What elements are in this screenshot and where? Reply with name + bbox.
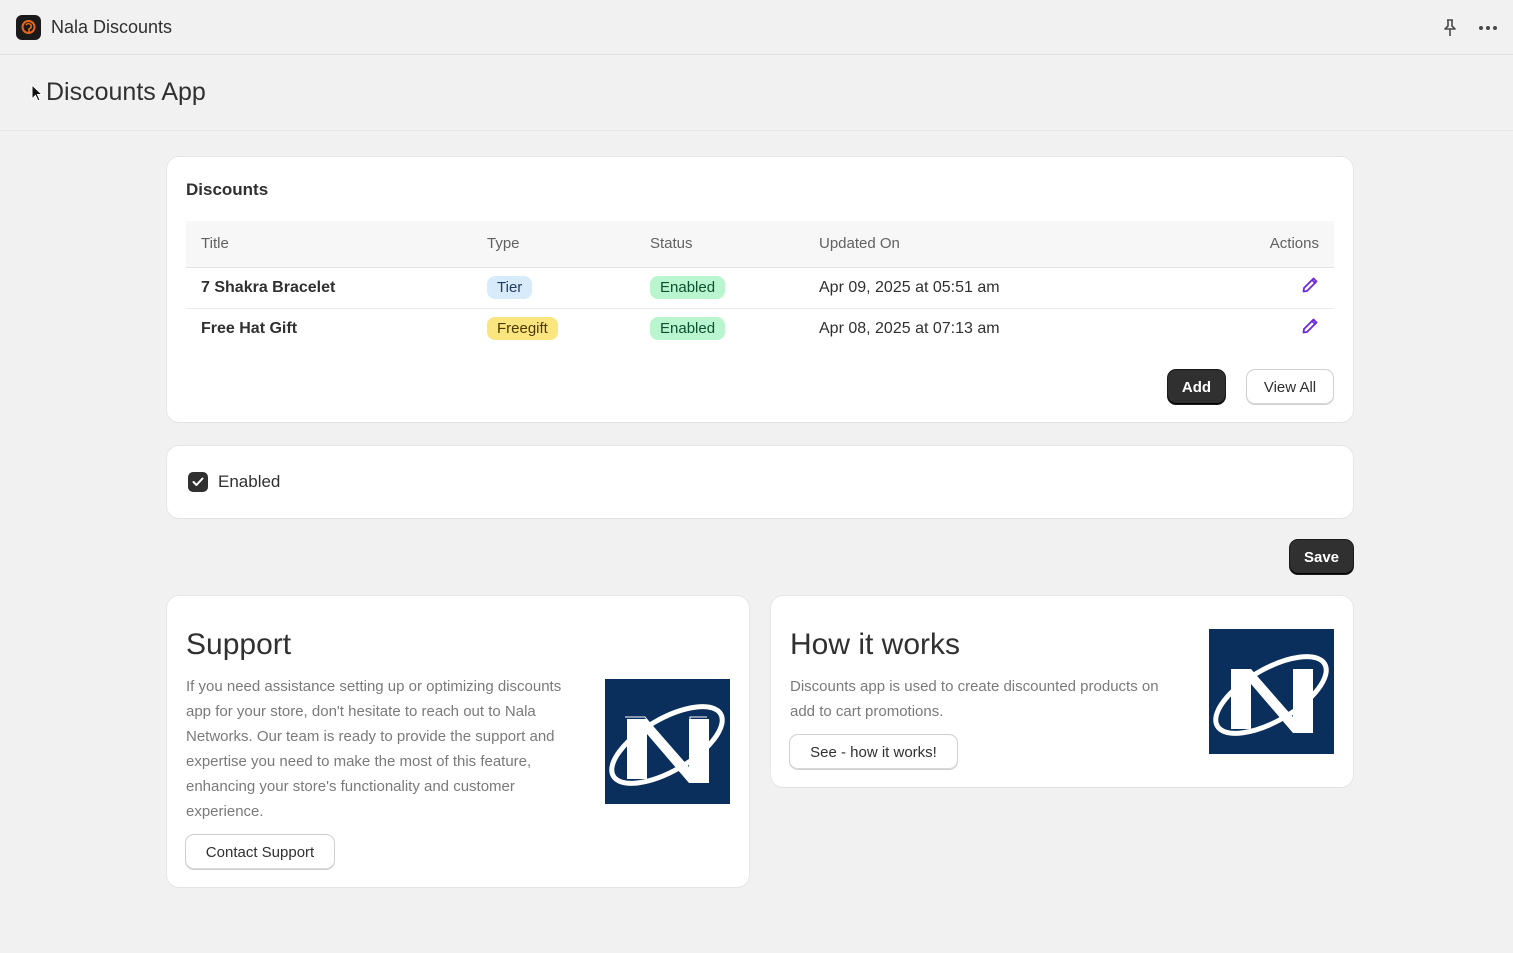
- updated-on: Apr 09, 2025 at 05:51 am: [804, 267, 1184, 309]
- support-description: If you need assistance setting up or opt…: [186, 678, 562, 820]
- see-how-it-works-button[interactable]: See - how it works!: [790, 735, 957, 769]
- column-header-updated-on: Updated On: [804, 221, 1184, 268]
- how-it-works-card: How it works Discounts app is used to cr…: [771, 596, 1353, 787]
- app-logo-icon: [16, 14, 41, 40]
- column-header-status: Status: [635, 221, 804, 268]
- support-card: Support If you need assistance setting u…: [167, 596, 749, 887]
- edit-pencil-icon[interactable]: [1301, 317, 1319, 335]
- discounts-table: Title Type Status Updated On Actions 7 S…: [186, 221, 1334, 349]
- discount-title[interactable]: 7 Shakra Bracelet: [186, 267, 472, 309]
- app-topbar: Nala Discounts: [0, 0, 1513, 55]
- type-badge: Freegift: [487, 317, 558, 341]
- add-discount-button[interactable]: Add: [1168, 370, 1225, 404]
- nala-networks-logo: [605, 679, 730, 804]
- type-badge: Tier: [487, 276, 533, 299]
- discounts-card: Discounts Title Type Status Updated On A…: [167, 157, 1353, 422]
- table-row[interactable]: Free Hat Gift Freegift Enabled Apr 08, 2…: [186, 308, 1334, 349]
- status-badge: Enabled: [650, 276, 726, 299]
- column-header-title: Title: [186, 221, 472, 268]
- checkmark-icon: [192, 477, 204, 486]
- contact-support-button[interactable]: Contact Support: [186, 835, 334, 869]
- table-header-row: Title Type Status Updated On Actions: [186, 221, 1334, 268]
- enabled-setting-card: Enabled: [167, 446, 1353, 518]
- how-it-works-title: How it works: [790, 628, 961, 661]
- app-name: Nala Discounts: [51, 16, 173, 37]
- support-title: Support: [186, 628, 292, 661]
- mouse-cursor-icon: [31, 83, 44, 102]
- save-button[interactable]: Save: [1290, 540, 1353, 574]
- enabled-checkbox[interactable]: [188, 472, 208, 492]
- status-badge: Enabled: [650, 317, 726, 341]
- discount-title[interactable]: Free Hat Gift: [186, 308, 472, 349]
- column-header-actions: Actions: [1184, 221, 1334, 268]
- enabled-checkbox-label[interactable]: Enabled: [218, 472, 280, 492]
- page-title: Discounts App: [46, 78, 206, 106]
- page-header: Discounts App: [0, 55, 1513, 131]
- how-it-works-description: Discounts app is used to create discount…: [790, 678, 1159, 720]
- edit-pencil-icon[interactable]: [1301, 276, 1319, 294]
- table-row[interactable]: 7 Shakra Bracelet Tier Enabled Apr 09, 2…: [186, 267, 1334, 309]
- column-header-type: Type: [472, 221, 635, 268]
- discounts-card-title: Discounts: [186, 180, 269, 199]
- updated-on: Apr 08, 2025 at 07:13 am: [819, 319, 1000, 337]
- nala-networks-logo: [1209, 629, 1334, 754]
- more-horizontal-icon[interactable]: [1477, 17, 1499, 39]
- pin-icon[interactable]: [1439, 17, 1461, 39]
- view-all-button[interactable]: View All: [1247, 370, 1333, 404]
